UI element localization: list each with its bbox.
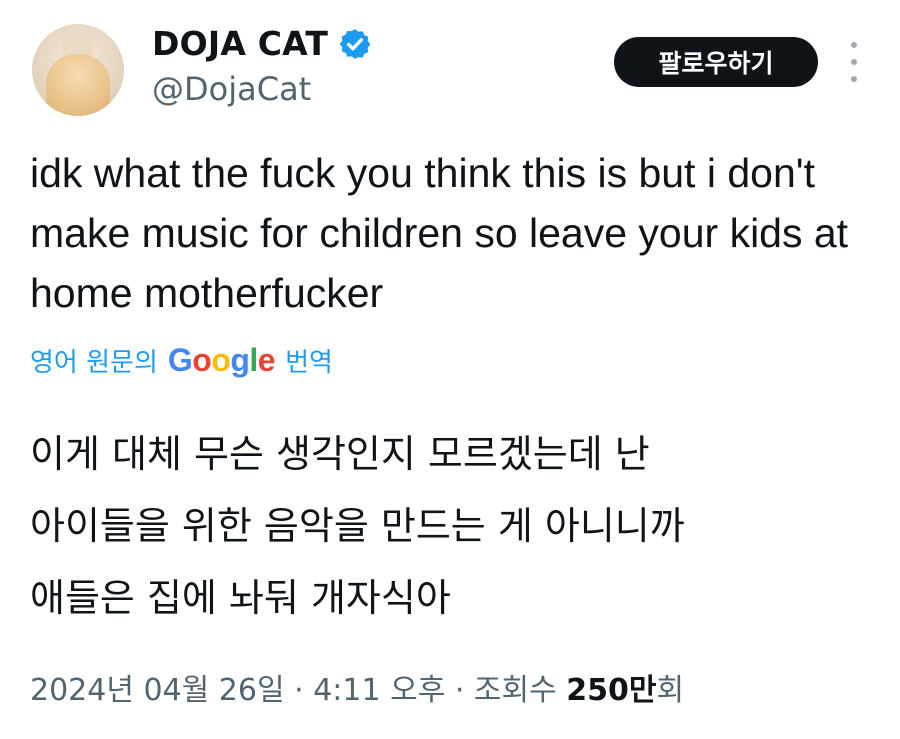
author-handle[interactable]: @DojaCat: [152, 70, 311, 108]
views-count: 250만: [566, 673, 657, 708]
follow-button[interactable]: 팔로우하기: [614, 37, 818, 87]
tweet-date[interactable]: 2024년 04월 26일: [30, 673, 285, 708]
verified-badge-icon: [339, 28, 371, 59]
views-unit: 회: [656, 673, 685, 708]
more-dot: [851, 59, 857, 65]
translated-line: 애들은 집에 놔둬 개자식아: [30, 576, 451, 620]
avatar-coat: [46, 54, 110, 116]
translate-label: 영어 원문의: [30, 348, 158, 378]
meta-separator: ·: [445, 673, 474, 708]
author-name-row: DOJA CAT: [152, 24, 372, 63]
translated-text: 이게 대체 무슨 생각인지 모르겠는데 난 아이들을 위한 음악을 만드는 게 …: [30, 418, 875, 634]
tweet-time[interactable]: 4:11 오후: [313, 673, 445, 708]
translated-line: 아이들을 위한 음악을 만드는 게 아니니까: [30, 504, 685, 548]
translate-suffix: 번역: [285, 348, 333, 378]
more-dot: [851, 76, 857, 82]
meta-separator: ·: [284, 673, 314, 708]
tweet-meta: 2024년 04월 26일 · 4:11 오후 · 조회수 250만회: [30, 665, 684, 709]
translate-link[interactable]: 영어 원문의 Google 번역: [30, 342, 333, 379]
more-dot: [851, 42, 857, 48]
tweet-text: idk what the fuck you think this is but …: [30, 150, 849, 316]
google-logo: Google: [167, 342, 276, 378]
more-vertical-icon[interactable]: [845, 42, 863, 82]
views-label: 조회수: [473, 673, 557, 708]
author-display-name[interactable]: DOJA CAT: [152, 24, 328, 63]
translated-line: 이게 대체 무슨 생각인지 모르겠는데 난: [30, 432, 650, 476]
avatar[interactable]: [32, 24, 124, 116]
